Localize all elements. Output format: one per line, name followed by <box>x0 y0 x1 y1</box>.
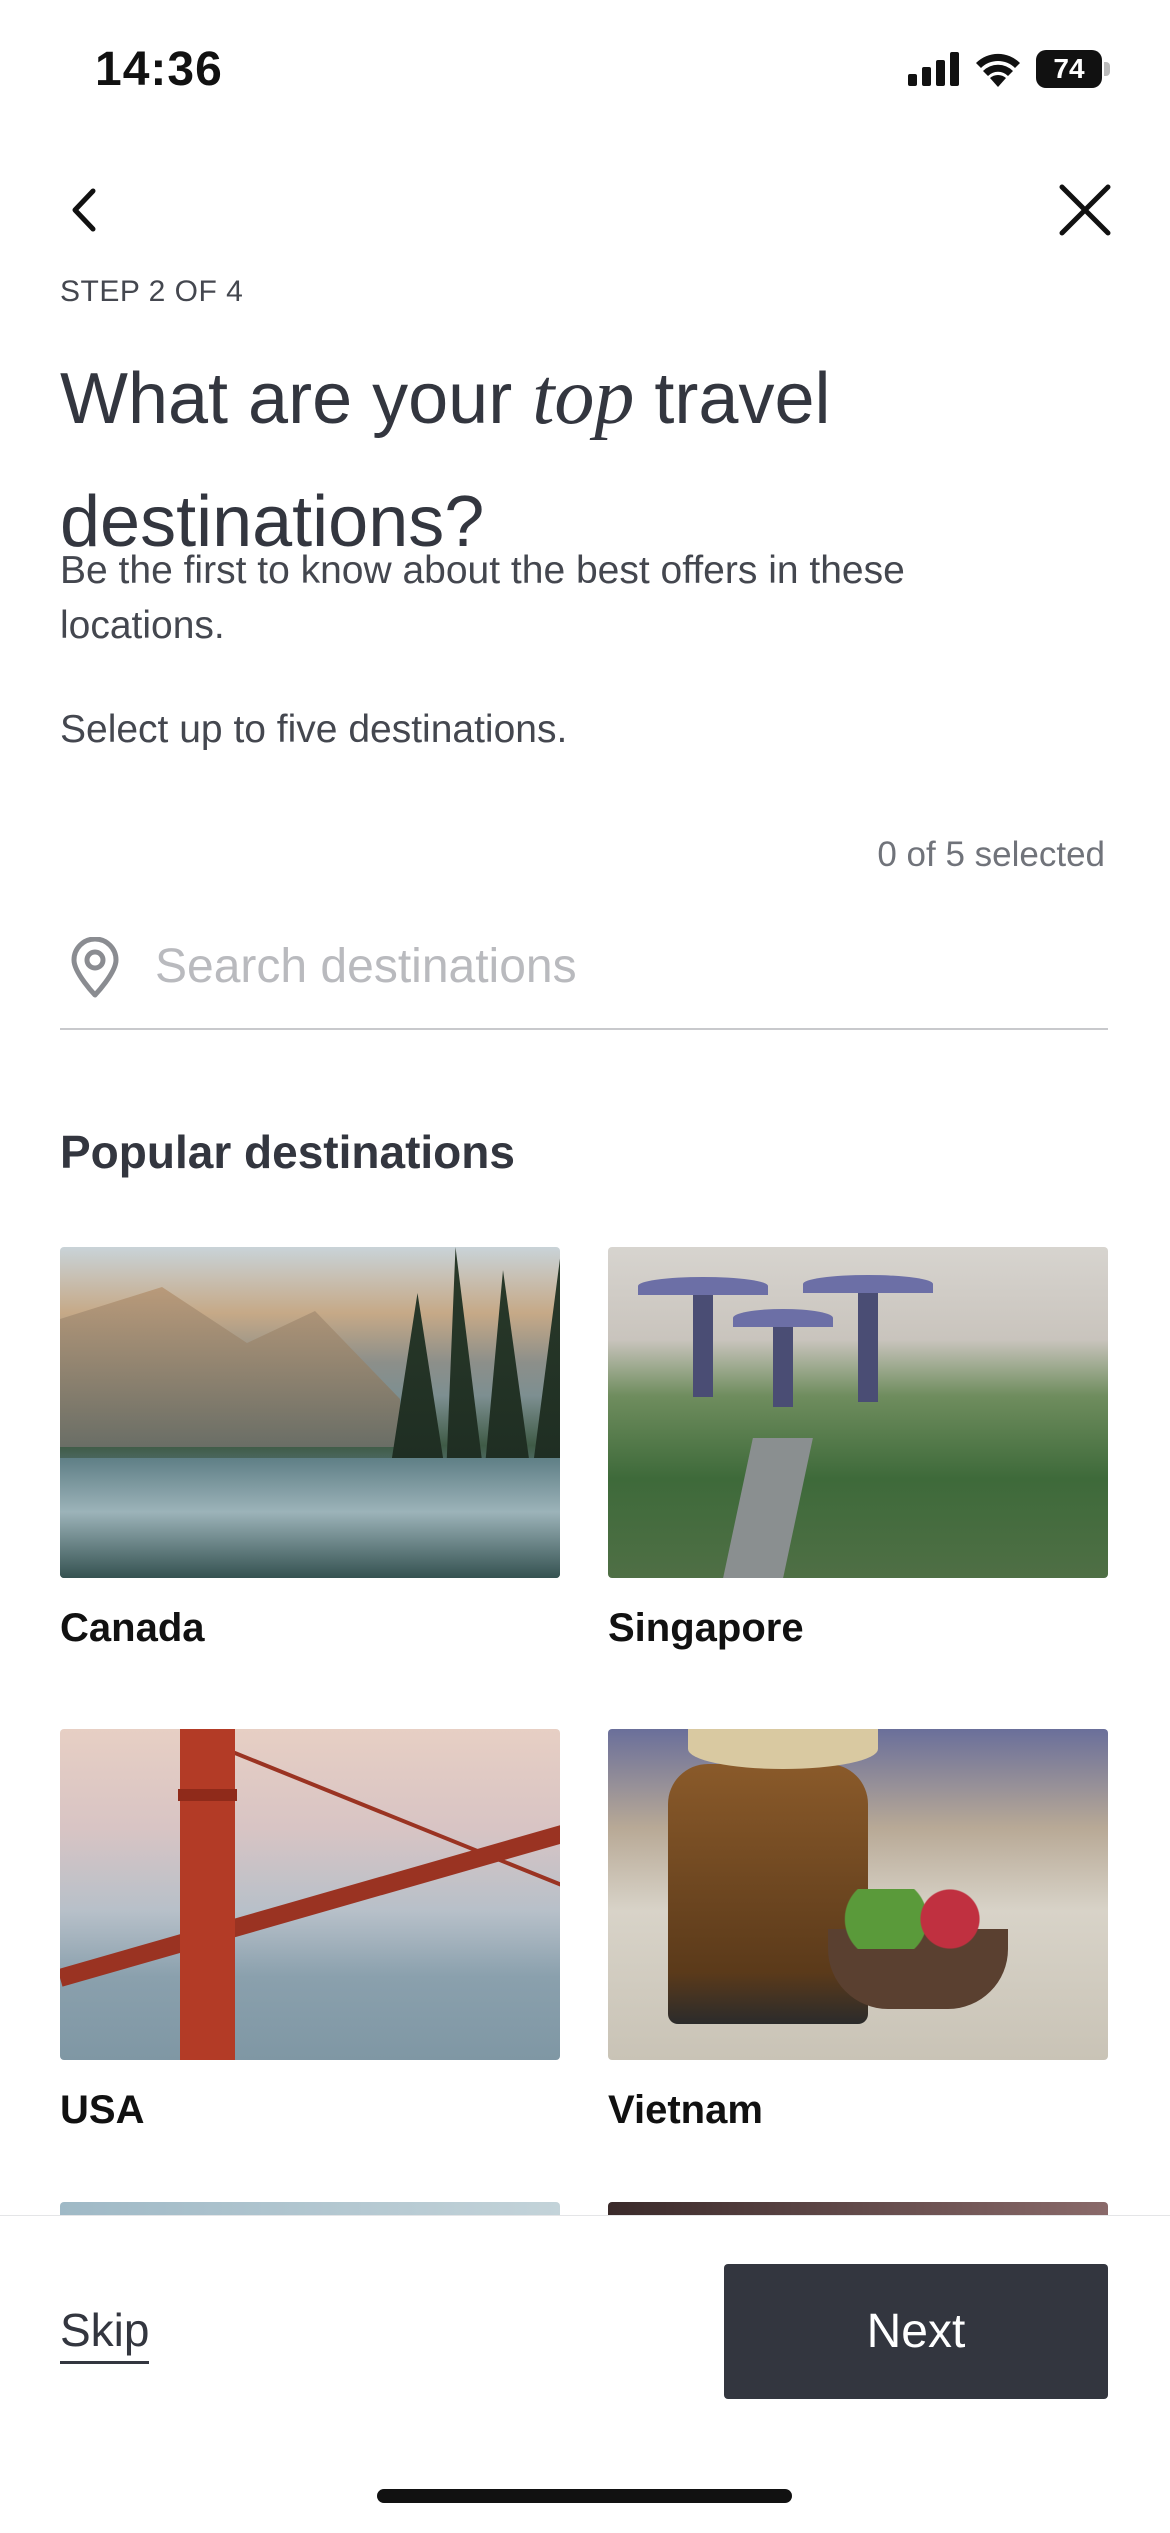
search-field[interactable] <box>60 925 1108 1030</box>
image-bridge-crossbar <box>178 1789 237 1801</box>
selected-count: 0 of 5 selected <box>877 835 1105 874</box>
battery-cap <box>1104 62 1110 76</box>
image-mountain <box>60 1287 400 1447</box>
image-supertree <box>773 1317 793 1407</box>
destination-card-usa[interactable]: USA <box>60 1729 560 2133</box>
image-walkway <box>723 1438 813 1578</box>
image-supertree <box>858 1282 878 1402</box>
image-bridge-cable <box>229 1749 560 1888</box>
close-button[interactable] <box>1050 175 1120 245</box>
page-subtitle: Be the first to know about the best offe… <box>60 549 905 647</box>
destination-label: USA <box>60 2088 145 2132</box>
battery-level: 74 <box>1036 50 1102 88</box>
selection-instruction: Select up to five destinations. <box>60 708 568 751</box>
chevron-left-icon <box>72 188 96 232</box>
image-trees <box>389 1247 560 1477</box>
destination-image-usa <box>60 1729 560 2060</box>
back-button[interactable] <box>50 175 120 245</box>
search-input[interactable] <box>155 931 1055 1001</box>
status-icons: 74 <box>908 50 1110 88</box>
map-pin-icon <box>71 937 119 998</box>
destination-card-singapore[interactable]: Singapore <box>608 1247 1108 1651</box>
title-part-1: What are your <box>60 359 533 439</box>
home-indicator <box>377 2489 792 2503</box>
cellular-signal-icon <box>908 52 959 86</box>
destination-label: Canada <box>60 1606 205 1650</box>
status-time: 14:36 <box>95 43 223 96</box>
skip-link[interactable]: Skip <box>60 2303 150 2364</box>
image-conical-hat <box>688 1729 878 1769</box>
image-supertree-canopy <box>733 1309 833 1327</box>
title-part-2: travel <box>634 359 831 439</box>
image-bridge-tower <box>180 1729 235 2060</box>
title-emphasis: top <box>532 353 635 441</box>
close-icon <box>1059 184 1111 236</box>
destination-card-vietnam[interactable]: Vietnam <box>608 1729 1108 2133</box>
image-supertree-canopy <box>803 1275 933 1293</box>
destination-image-vietnam <box>608 1729 1108 2060</box>
destination-label: Vietnam <box>608 2088 763 2132</box>
image-supertree <box>693 1287 713 1397</box>
image-produce <box>838 1889 998 1949</box>
image-bridge-deck <box>60 1814 560 1987</box>
destination-card-canada[interactable]: Canada <box>60 1247 560 1651</box>
battery-indicator: 74 <box>1036 50 1110 88</box>
destination-label: Singapore <box>608 1606 804 1650</box>
status-bar: 14:36 74 <box>0 0 1170 150</box>
step-indicator: STEP 2 OF 4 <box>60 275 244 308</box>
bottom-action-bar: Skip Next <box>0 2215 1170 2533</box>
image-lake <box>60 1458 560 1578</box>
section-title-popular: Popular destinations <box>60 1126 515 1178</box>
image-supertree-canopy <box>638 1277 768 1295</box>
destination-image-singapore <box>608 1247 1108 1578</box>
destination-image-canada <box>60 1247 560 1578</box>
wifi-icon <box>976 53 1020 87</box>
next-button[interactable]: Next <box>724 2264 1108 2399</box>
